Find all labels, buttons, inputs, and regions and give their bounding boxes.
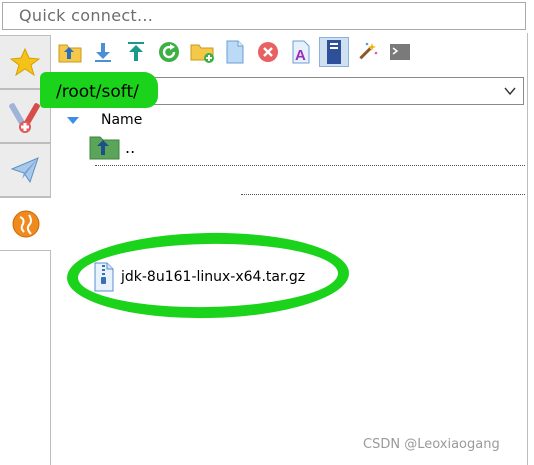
- delete-icon: [258, 42, 278, 62]
- parent-folder-button[interactable]: [55, 37, 85, 67]
- upload-button[interactable]: [121, 37, 151, 67]
- parent-folder-icon: [58, 44, 82, 63]
- delete-button[interactable]: [253, 37, 283, 67]
- sort-descending-icon: [67, 116, 79, 124]
- terminal-button[interactable]: [385, 37, 415, 67]
- quick-connect-input[interactable]: Quick connect...: [2, 2, 526, 30]
- file-row[interactable]: jdk-8u161-linux-x64.tar.gz: [93, 262, 305, 292]
- side-tab-empty-area: [0, 251, 50, 465]
- properties-icon: [327, 40, 341, 64]
- dotted-separator: [95, 165, 525, 166]
- column-header-label: Name: [101, 112, 143, 128]
- new-file-icon: [226, 40, 244, 64]
- refresh-button[interactable]: [154, 37, 184, 67]
- parent-directory-label: ..: [125, 137, 136, 157]
- parent-folder-icon: [89, 136, 120, 160]
- properties-button[interactable]: [319, 37, 349, 67]
- new-folder-button[interactable]: [187, 37, 217, 67]
- refresh-icon: [159, 42, 179, 62]
- side-tab-sessions[interactable]: [0, 143, 51, 197]
- magic-wand-icon: [359, 42, 378, 60]
- chevron-down-icon[interactable]: [503, 84, 517, 98]
- sftp-toolbar: A: [55, 37, 415, 67]
- path-value: /root/soft/: [56, 82, 139, 102]
- paper-plane-icon: [10, 157, 39, 184]
- new-folder-icon: [190, 44, 214, 63]
- watermark: CSDN @Leoxiaogang: [363, 437, 500, 452]
- rename-button[interactable]: A: [286, 37, 316, 67]
- side-tab-sftp[interactable]: [0, 197, 51, 251]
- download-icon: [95, 43, 111, 62]
- upload-icon: [128, 42, 144, 61]
- rename-icon: A: [292, 40, 310, 64]
- sftp-file-panel: A /root/soft/ Name .. jdk-8u161-linux-x6…: [40, 33, 528, 465]
- name-column-header[interactable]: Name: [61, 109, 142, 131]
- magic-wand-button[interactable]: [352, 37, 382, 67]
- globe-icon: [12, 210, 39, 238]
- dotted-separator: [241, 194, 525, 195]
- file-name: jdk-8u161-linux-x64.tar.gz: [121, 269, 306, 285]
- archive-file-icon: [94, 262, 114, 292]
- terminal-icon: [390, 44, 410, 60]
- path-combobox[interactable]: /root/soft/: [40, 72, 524, 108]
- star-icon: [10, 47, 40, 77]
- tools-icon: [9, 103, 40, 133]
- download-button[interactable]: [88, 37, 118, 67]
- new-file-button[interactable]: [220, 37, 250, 67]
- parent-directory-row[interactable]: ..: [89, 133, 135, 161]
- svg-text:A: A: [295, 47, 306, 64]
